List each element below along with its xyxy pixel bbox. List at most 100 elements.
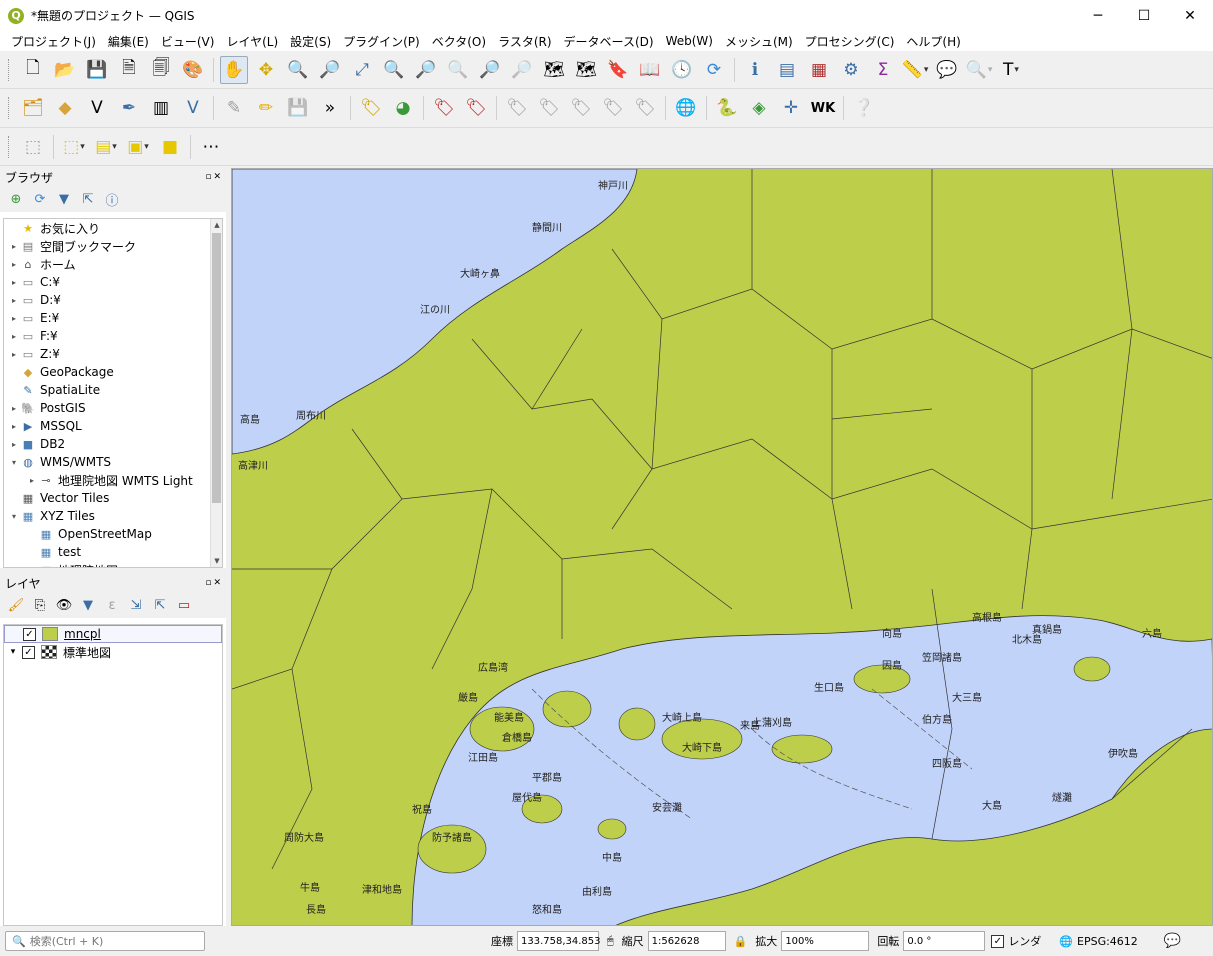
crs-globe-icon[interactable]: 🌐 [1059, 935, 1073, 948]
toggle-editing-icon[interactable]: ✏ [252, 94, 280, 122]
toolbar-grip[interactable] [8, 97, 11, 119]
expand-arrow-icon[interactable]: ▸ [8, 440, 20, 449]
browser-item[interactable]: ▸ ▭ D:¥ [4, 291, 222, 309]
expand-arrow-icon[interactable]: ▸ [8, 242, 20, 251]
style-manager-icon[interactable]: 🎨 [179, 56, 207, 84]
menu-edit[interactable]: 編集(E) [102, 33, 155, 50]
browser-item[interactable]: ▦ Vector Tiles [4, 489, 222, 507]
expand-arrow-icon[interactable]: ▸ [8, 260, 20, 269]
processing-toolbox-icon[interactable]: ⚙ [837, 56, 865, 84]
mesh-calculator-icon[interactable]: ⋯ [197, 133, 225, 161]
panel-float-close-icons[interactable]: ▫✕ [205, 578, 223, 588]
measure-line-icon[interactable]: 📏 [901, 56, 929, 84]
new-3d-map-view-icon[interactable]: 🗺 [572, 56, 600, 84]
close-button[interactable]: ✕ [1167, 0, 1213, 31]
show-hide-labels-icon[interactable]: 🏷 [535, 94, 563, 122]
collapse-all-icon[interactable]: ⇱ [149, 594, 171, 616]
layer-item[interactable]: ✓ mncpl [4, 625, 222, 643]
refresh-icon[interactable]: ⟳ [29, 188, 51, 210]
browser-item[interactable]: ▦ 地理院地図 [4, 561, 222, 568]
menu-processing[interactable]: プロセシング(C) [799, 33, 901, 50]
browser-item[interactable]: ▾ ▦ XYZ Tiles [4, 507, 222, 525]
browser-item[interactable]: ▸ ▤ 空間ブックマーク [4, 237, 222, 255]
zoom-in-icon[interactable]: 🔍 [284, 56, 312, 84]
filter-by-expression-icon[interactable]: ε [101, 594, 123, 616]
browser-item[interactable]: ▸ ▭ Z:¥ [4, 345, 222, 363]
expand-all-icon[interactable]: ⇲ [125, 594, 147, 616]
expand-arrow-icon[interactable]: ▾ [8, 458, 20, 467]
wkt-plugin-icon[interactable]: WK [809, 94, 837, 122]
browser-item[interactable]: ▸ ▶ MSSQL [4, 417, 222, 435]
minimize-button[interactable]: ─ [1075, 0, 1121, 31]
expand-arrow-icon[interactable]: ▸ [8, 332, 20, 341]
select-features-icon[interactable]: ⬚ [60, 133, 88, 161]
menu-plugins[interactable]: プラグイン(P) [337, 33, 426, 50]
toolbar-grip[interactable] [8, 135, 11, 158]
zoom-native-icon[interactable]: 🔍 [444, 56, 472, 84]
menu-vector[interactable]: ベクタ(O) [426, 33, 492, 50]
help-icon[interactable]: ❔ [850, 94, 878, 122]
lock-scale-icon[interactable]: 🔒 [734, 935, 748, 948]
new-memory-layer-icon[interactable]: ▥ [147, 94, 175, 122]
render-checkbox[interactable]: ✓ [991, 934, 1005, 948]
browser-item[interactable]: ★ お気に入り [4, 219, 222, 237]
temporal-controller-icon[interactable]: 🕓 [668, 56, 696, 84]
label-toolbar-icon[interactable]: 🏷 [357, 94, 385, 122]
new-map-view-icon[interactable]: 🗺 [540, 56, 568, 84]
text-annotation-icon[interactable]: T [997, 56, 1025, 84]
layer-styling-icon[interactable]: 🖌 [5, 594, 27, 616]
new-spatialite-layer-icon[interactable]: ✒ [115, 94, 143, 122]
browser-item[interactable]: ▸ ▭ C:¥ [4, 273, 222, 291]
move-label-icon[interactable]: 🏷 [503, 94, 531, 122]
crs-status[interactable]: EPSG:4612 [1077, 935, 1138, 948]
coordinate-field[interactable]: 133.758,34.853 [517, 931, 601, 951]
zoom-next-icon[interactable]: 🔎 [508, 56, 536, 84]
browser-item[interactable]: ▸ ▭ E:¥ [4, 309, 222, 327]
add-layers-icon[interactable]: ⊕ [5, 188, 27, 210]
browser-item[interactable]: ▦ OpenStreetMap [4, 525, 222, 543]
browser-item[interactable]: ✎ SpatiaLite [4, 381, 222, 399]
browser-item[interactable]: ▸ ⊸ 地理院地図 WMTS Light [4, 471, 222, 489]
toggle-extents-icon[interactable]: 🖱 [607, 934, 614, 948]
menu-raster[interactable]: ラスタ(R) [492, 33, 557, 50]
add-group-icon[interactable]: ⎘ [29, 594, 51, 616]
expand-arrow-icon[interactable]: ▸ [8, 404, 20, 413]
browser-item[interactable]: ▸ 🐘 PostGIS [4, 399, 222, 417]
messages-icon[interactable]: 💬 [1164, 933, 1181, 949]
current-edits-icon[interactable]: ✎ [220, 94, 248, 122]
panel-float-close-icons[interactable]: ▫✕ [205, 172, 223, 182]
new-print-layout-icon[interactable]: 🗎 [115, 56, 143, 84]
locator-search-field[interactable]: 🔍 検索(Ctrl + K) [5, 931, 205, 951]
rotate-label-icon[interactable]: 🏷 [567, 94, 595, 122]
highlight-pinned-labels-icon[interactable]: 🏷 [462, 94, 490, 122]
pin-labels-icon[interactable]: 🏷 [430, 94, 458, 122]
toolbar-grip[interactable] [8, 58, 11, 81]
menu-mesh[interactable]: メッシュ(M) [719, 33, 799, 50]
crs-plugin-icon[interactable]: ✛ [777, 94, 805, 122]
statistical-summary-icon[interactable]: Σ [869, 56, 897, 84]
layer-item[interactable]: ▾ ✓ 標準地図 [4, 643, 222, 661]
menu-web[interactable]: Web(W) [660, 34, 719, 48]
collapse-all-icon[interactable]: ⇱ [77, 188, 99, 210]
browser-item[interactable]: ▾ ◍ WMS/WMTS [4, 453, 222, 471]
attribute-table-icon[interactable]: ▤ [773, 56, 801, 84]
browser-item[interactable]: ◆ GeoPackage [4, 363, 222, 381]
deselect-features-icon[interactable]: ▣ [124, 133, 152, 161]
zoom-to-layer-icon[interactable]: 🔎 [412, 56, 440, 84]
browser-item[interactable]: ▦ test [4, 543, 222, 561]
rotation-spinbox[interactable]: 0.0 ° [903, 931, 986, 951]
layout-manager-icon[interactable]: 🗐 [147, 56, 175, 84]
browser-item[interactable]: ▸ ■ DB2 [4, 435, 222, 453]
open-project-icon[interactable]: 📂 [51, 56, 79, 84]
zoom-to-selection-icon[interactable]: 🔍 [380, 56, 408, 84]
expand-arrow-icon[interactable]: ▸ [8, 278, 20, 287]
zoom-full-icon[interactable]: ⤢ [348, 56, 376, 84]
select-by-location-icon[interactable]: ■ [156, 133, 184, 161]
add-vector-layer-icon[interactable]: V [83, 94, 111, 122]
browser-scrollbar[interactable]: ▲ ▼ [210, 219, 222, 567]
browser-item[interactable]: ▸ ⌂ ホーム [4, 255, 222, 273]
new-geopackage-layer-icon[interactable]: ◆ [51, 94, 79, 122]
magnifier-spinbox[interactable]: 100% [781, 931, 870, 951]
pan-map-icon[interactable]: ✋ [220, 55, 248, 84]
python-console-icon[interactable]: 🐍 [713, 94, 741, 122]
